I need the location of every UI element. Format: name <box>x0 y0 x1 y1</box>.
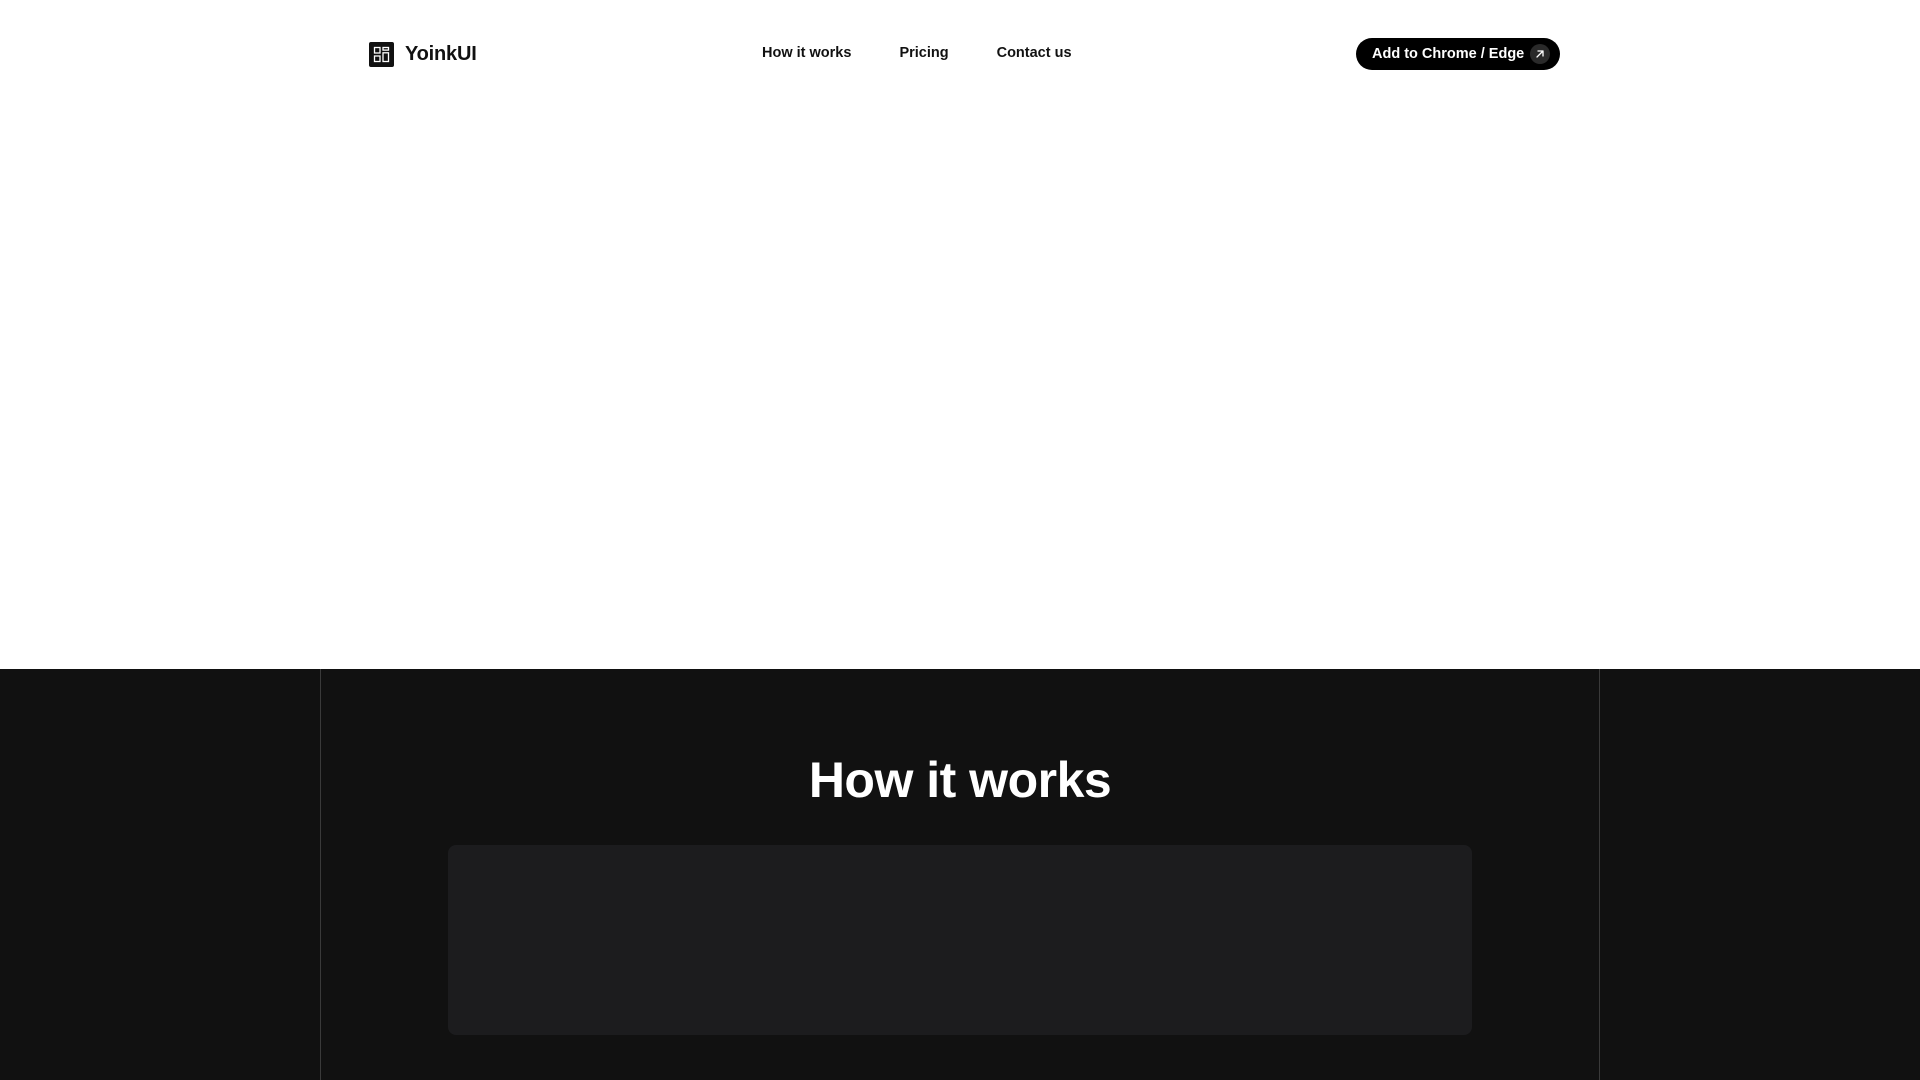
hero-section <box>0 110 1920 669</box>
demo-card <box>448 845 1472 1035</box>
nav-contact-us[interactable]: Contact us <box>997 45 1072 61</box>
left-guide-line <box>320 669 321 1080</box>
main-nav: How it works Pricing Contact us <box>762 45 1072 61</box>
site-header: YoinkUI How it works Pricing Contact us … <box>0 0 1920 110</box>
add-to-browser-label: Add to Chrome / Edge <box>1372 46 1525 62</box>
how-it-works-section: How it works <box>0 669 1920 1080</box>
arrow-up-right-icon <box>1530 44 1551 64</box>
section-title: How it works <box>808 752 1112 808</box>
grid-logo-icon <box>369 42 394 67</box>
nav-how-it-works[interactable]: How it works <box>762 45 851 61</box>
right-guide-line <box>1599 669 1600 1080</box>
logo-link[interactable]: YoinkUI <box>369 42 477 67</box>
nav-pricing[interactable]: Pricing <box>899 45 948 61</box>
brand-name: YoinkUI <box>405 43 477 65</box>
add-to-browser-button[interactable]: Add to Chrome / Edge <box>1356 38 1560 70</box>
